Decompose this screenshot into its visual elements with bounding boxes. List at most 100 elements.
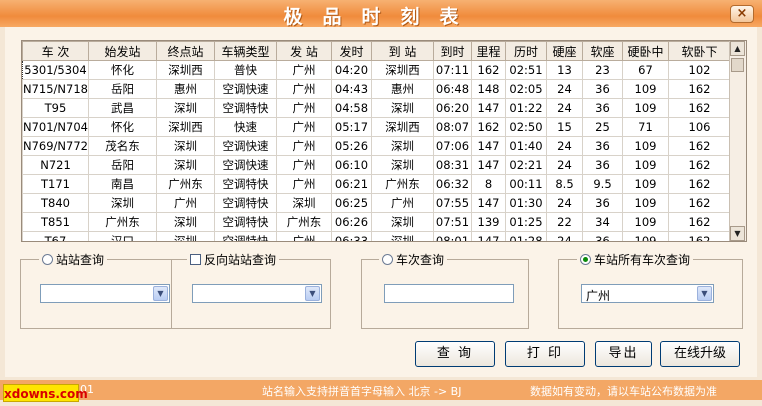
table-row[interactable]: T840 深圳 广州 空调特快 深圳 06:25 广州 07:55 147 01:30 24 36 10… <box>22 193 731 213</box>
column-header[interactable]: 硬卧中 <box>622 41 669 61</box>
column-header[interactable]: 软卧下 <box>668 41 731 61</box>
close-button[interactable]: × <box>730 5 754 23</box>
chevron-down-icon[interactable]: ▼ <box>153 286 168 301</box>
table-cell: 147 <box>471 136 506 156</box>
table-cell: 06:21 <box>331 174 372 194</box>
export-button[interactable]: 导出 <box>595 341 652 367</box>
from-station-select[interactable]: ▼ <box>40 284 170 303</box>
station-query-option[interactable]: 站站查询 <box>39 251 108 268</box>
table-cell: 04:43 <box>331 79 372 99</box>
table-row[interactable]: N715/N718 岳阳 惠州 空调快速 广州 04:43 惠州 06:48 148 02:05 2… <box>22 79 731 99</box>
table-cell: 广州东 <box>88 212 157 232</box>
scroll-thumb[interactable] <box>731 58 744 72</box>
table-row[interactable]: N701/N704 怀化 深圳西 快速 广州 05:17 深圳西 08:07 162 02:50 1… <box>22 117 731 137</box>
table-cell: 02:51 <box>505 60 547 80</box>
table-cell: 深圳 <box>371 231 434 241</box>
all-trains-query-label: 车站所有车次查询 <box>594 253 691 267</box>
table-cell: 广州 <box>276 79 332 99</box>
table-cell: 茂名东 <box>88 136 157 156</box>
table-cell: 岳阳 <box>88 155 157 175</box>
table-cell: 02:05 <box>505 79 547 99</box>
table-cell: T840 <box>22 193 89 213</box>
column-header[interactable]: 发时 <box>331 41 372 61</box>
table-cell: 8 <box>471 174 506 194</box>
query-button[interactable]: 查 询 <box>415 341 495 367</box>
table-cell: 5301/5304 <box>22 60 89 80</box>
table-cell: 162 <box>668 231 731 241</box>
table-row[interactable]: 5301/5304 怀化 深圳西 普快 广州 04:20 深圳西 07:11 162 02:51 1… <box>22 60 731 80</box>
table-cell: 深圳西 <box>156 60 215 80</box>
table-cell: 空调快速 <box>214 136 277 156</box>
window-title: 极品时刻表 <box>283 6 479 28</box>
table-cell: 02:21 <box>505 155 547 175</box>
column-header[interactable]: 发 站 <box>276 41 332 61</box>
chevron-down-icon[interactable]: ▼ <box>305 286 320 301</box>
column-header[interactable]: 软座 <box>582 41 623 61</box>
table-cell: 06:10 <box>331 155 372 175</box>
table-cell: 惠州 <box>371 79 434 99</box>
column-header[interactable]: 历时 <box>505 41 547 61</box>
table-cell: 102 <box>668 60 731 80</box>
column-header[interactable]: 到时 <box>433 41 472 61</box>
column-header[interactable]: 到 站 <box>371 41 434 61</box>
table-row[interactable]: T851 广州东 深圳 空调特快 广州东 06:26 深圳 07:51 139 01:25 22 34… <box>22 212 731 232</box>
table-row[interactable]: T67 汉口 深圳 空调特快 广州 06:33 深圳 08:01 147 01:28 24 36 109… <box>22 231 731 241</box>
table-row[interactable]: N721 岳阳 深圳 空调快速 广州 06:10 深圳 08:31 147 02:21 24 36 10… <box>22 155 731 175</box>
table-cell: 06:33 <box>331 231 372 241</box>
online-upgrade-button[interactable]: 在线升级 <box>660 341 740 367</box>
column-header[interactable]: 硬座 <box>546 41 583 61</box>
train-query-option[interactable]: 车次查询 <box>379 251 448 268</box>
table-cell: 162 <box>668 98 731 118</box>
table-cell: 109 <box>622 79 669 99</box>
table-cell: 08:31 <box>433 155 472 175</box>
table-cell: 空调特快 <box>214 193 277 213</box>
table-cell: 02:50 <box>505 117 547 137</box>
reverse-query-checkbox[interactable] <box>190 254 201 265</box>
scroll-down-icon[interactable]: ▼ <box>730 226 745 241</box>
table-cell: 162 <box>668 193 731 213</box>
table-cell: 08:01 <box>433 231 472 241</box>
table-cell: 109 <box>622 193 669 213</box>
chevron-down-icon[interactable]: ▼ <box>697 286 712 301</box>
print-button[interactable]: 打 印 <box>505 341 585 367</box>
table-cell: 08:07 <box>433 117 472 137</box>
column-header[interactable]: 车 次 <box>22 41 89 61</box>
table-cell: 深圳 <box>371 98 434 118</box>
table-cell: 24 <box>546 98 583 118</box>
client-area: 车 次始发站 终点站 车辆类型发 站发时到 站到时 里程 历时 硬座 软座 硬卧中 软卧下 53… <box>5 27 757 377</box>
table-cell: N721 <box>22 155 89 175</box>
table-cell: 06:32 <box>433 174 472 194</box>
table-cell: 06:48 <box>433 79 472 99</box>
to-station-select[interactable]: ▼ <box>192 284 322 303</box>
table-cell: 广州 <box>276 117 332 137</box>
table-cell: 109 <box>622 136 669 156</box>
column-header[interactable]: 里程 <box>471 41 506 61</box>
table-cell: 广州 <box>371 193 434 213</box>
table-cell: 岳阳 <box>88 79 157 99</box>
scroll-up-icon[interactable]: ▲ <box>730 41 745 56</box>
column-header[interactable]: 车辆类型 <box>214 41 277 61</box>
train-number-input[interactable] <box>384 284 514 303</box>
vertical-scrollbar[interactable]: ▲ ▼ <box>729 41 746 241</box>
column-header[interactable]: 终点站 <box>156 41 215 61</box>
table-cell: 71 <box>622 117 669 137</box>
station-query-radio[interactable] <box>42 254 53 265</box>
table-cell: 深圳 <box>156 98 215 118</box>
table-cell: 148 <box>471 79 506 99</box>
all-trains-query-radio[interactable] <box>580 254 591 265</box>
table-cell: 22 <box>546 212 583 232</box>
column-header[interactable]: 始发站 <box>88 41 157 61</box>
station-select[interactable]: 广州 ▼ <box>581 284 714 303</box>
all-trains-query-option[interactable]: 车站所有车次查询 <box>577 251 694 268</box>
table-cell: 05:26 <box>331 136 372 156</box>
reverse-query-option[interactable]: 反向站站查询 <box>187 251 280 268</box>
table-row[interactable]: T95 武昌 深圳 空调特快 广州 04:58 深圳 06:20 147 01:22 24 36 109… <box>22 98 731 118</box>
timetable-grid[interactable]: 车 次始发站 终点站 车辆类型发 站发时到 站到时 里程 历时 硬座 软座 硬卧中 软卧下 53… <box>21 40 747 242</box>
table-cell: T95 <box>22 98 89 118</box>
train-query-radio[interactable] <box>382 254 393 265</box>
table-row[interactable]: T171 南昌 广州东 空调特快 广州 06:21 广州东 06:32 8 00:11 8.5 9.5… <box>22 174 731 194</box>
table-cell: 24 <box>546 231 583 241</box>
status-notice: 数据如有变动，请以车站公布数据为准 <box>530 385 717 398</box>
table-cell: 109 <box>622 174 669 194</box>
table-row[interactable]: N769/N772 茂名东 深圳 空调快速 广州 05:26 深圳 07:06 147 01:40… <box>22 136 731 156</box>
